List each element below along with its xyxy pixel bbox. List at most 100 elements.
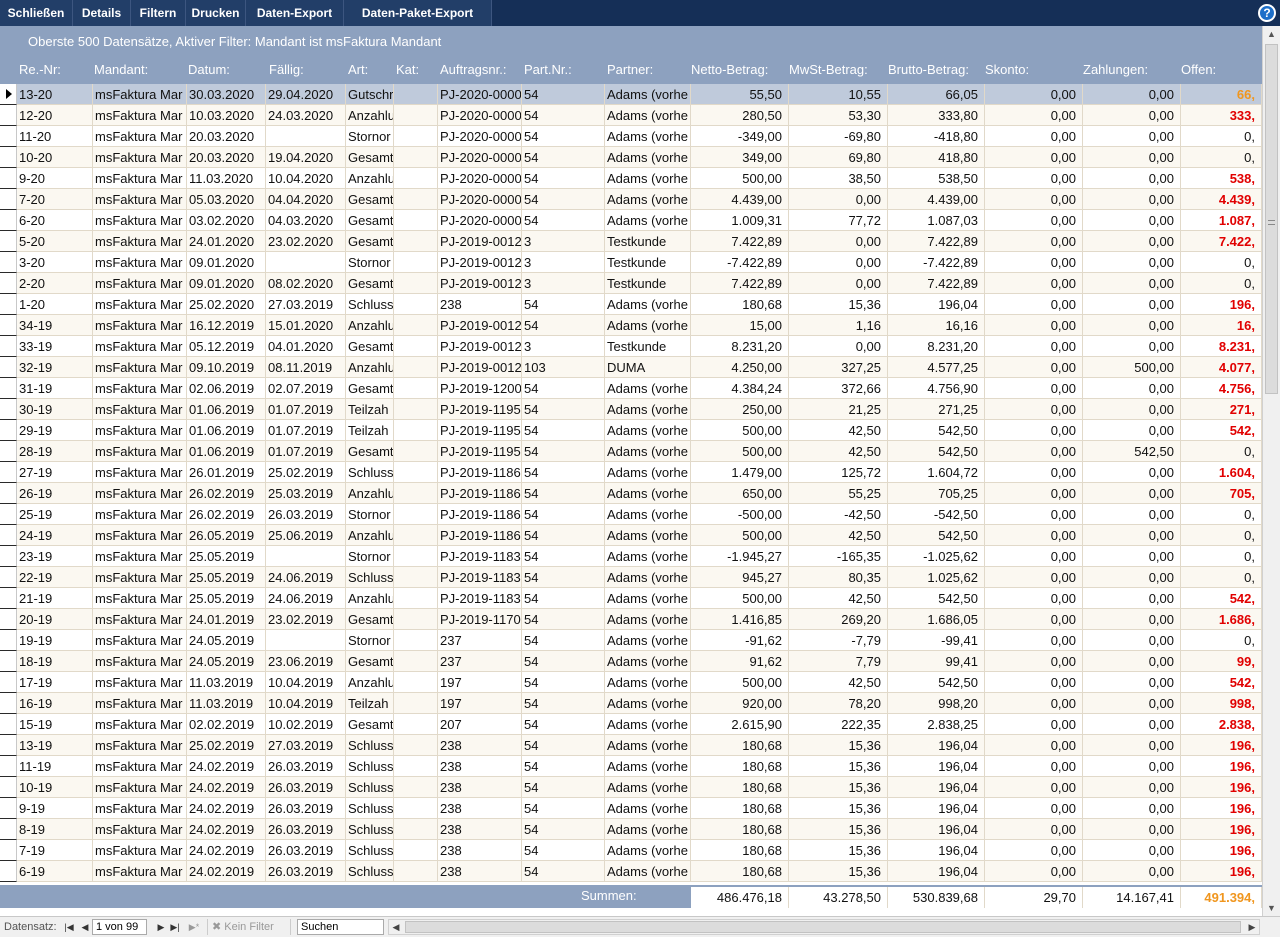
cell-partner[interactable]: Adams (vorhe — [605, 861, 691, 882]
cell-open-amount[interactable]: 542, — [1181, 672, 1262, 693]
cell-partner-no[interactable]: 54 — [522, 798, 605, 819]
cell-discount[interactable]: 0,00 — [985, 147, 1083, 168]
table-row[interactable]: 10-19 msFaktura Mar 24.02.2019 26.03.2019 Sc… — [0, 777, 1262, 798]
record-selector[interactable] — [0, 231, 17, 252]
cell-partner-no[interactable]: 54 — [522, 105, 605, 126]
table-row[interactable]: 16-19 msFaktura Mar 11.03.2019 10.04.2019 Te… — [0, 693, 1262, 714]
cell-date[interactable]: 20.03.2020 — [187, 126, 266, 147]
cell-date[interactable]: 30.03.2020 — [187, 84, 266, 105]
cell-type[interactable]: Anzahlu — [346, 315, 394, 336]
cell-type[interactable]: Teilzah — [346, 420, 394, 441]
cell-client[interactable]: msFaktura Mar — [93, 651, 187, 672]
cell-payments[interactable]: 0,00 — [1083, 588, 1181, 609]
cell-due-date[interactable]: 10.02.2019 — [266, 714, 346, 735]
cell-partner-no[interactable]: 54 — [522, 630, 605, 651]
cell-open-amount[interactable]: 4.077, — [1181, 357, 1262, 378]
record-selector[interactable] — [0, 504, 17, 525]
cell-category[interactable] — [394, 84, 438, 105]
horizontal-scrollbar[interactable]: ◀ ▶ — [388, 919, 1260, 935]
cell-category[interactable] — [394, 168, 438, 189]
cell-invoice-no[interactable]: 32-19 — [17, 357, 93, 378]
cell-due-date[interactable]: 23.02.2019 — [266, 609, 346, 630]
cell-payments[interactable]: 0,00 — [1083, 420, 1181, 441]
cell-open-amount[interactable]: 99, — [1181, 651, 1262, 672]
cell-vat-amount[interactable]: -69,80 — [789, 126, 888, 147]
cell-partner-no[interactable]: 54 — [522, 651, 605, 672]
cell-gross-amount[interactable]: 2.838,25 — [888, 714, 985, 735]
cell-date[interactable]: 25.02.2020 — [187, 294, 266, 315]
cell-net-amount[interactable]: 180,68 — [691, 294, 789, 315]
cell-discount[interactable]: 0,00 — [985, 504, 1083, 525]
cell-due-date[interactable]: 25.02.2019 — [266, 462, 346, 483]
cell-vat-amount[interactable]: 0,00 — [789, 231, 888, 252]
cell-payments[interactable]: 0,00 — [1083, 693, 1181, 714]
header-type[interactable]: Art: — [348, 62, 368, 77]
scroll-left-icon[interactable]: ◀ — [389, 920, 403, 934]
cell-gross-amount[interactable]: 16,16 — [888, 315, 985, 336]
cell-category[interactable] — [394, 672, 438, 693]
cell-vat-amount[interactable]: 269,20 — [789, 609, 888, 630]
cell-type[interactable]: Schluss — [346, 777, 394, 798]
cell-vat-amount[interactable]: 0,00 — [789, 273, 888, 294]
cell-date[interactable]: 11.03.2020 — [187, 168, 266, 189]
cell-gross-amount[interactable]: 705,25 — [888, 483, 985, 504]
table-row[interactable]: 6-20 msFaktura Mar 03.02.2020 04.03.2020 Ges… — [0, 210, 1262, 231]
table-row[interactable]: 23-19 msFaktura Mar 25.05.2019 Stornor PJ-20… — [0, 546, 1262, 567]
cell-payments[interactable]: 0,00 — [1083, 294, 1181, 315]
cell-client[interactable]: msFaktura Mar — [93, 126, 187, 147]
cell-invoice-no[interactable]: 5-20 — [17, 231, 93, 252]
cell-due-date[interactable]: 04.03.2020 — [266, 210, 346, 231]
cell-net-amount[interactable]: 1.479,00 — [691, 462, 789, 483]
cell-open-amount[interactable]: 1.604, — [1181, 462, 1262, 483]
cell-order-no[interactable]: PJ-2019-1186 — [438, 483, 522, 504]
cell-discount[interactable]: 0,00 — [985, 462, 1083, 483]
cell-type[interactable]: Schluss — [346, 462, 394, 483]
cell-due-date[interactable]: 23.06.2019 — [266, 651, 346, 672]
cell-order-no[interactable]: PJ-2019-0012 — [438, 252, 522, 273]
cell-payments[interactable]: 0,00 — [1083, 315, 1181, 336]
cell-gross-amount[interactable]: -418,80 — [888, 126, 985, 147]
vertical-scroll-thumb[interactable] — [1265, 44, 1278, 394]
details-button[interactable]: Details — [73, 0, 131, 26]
cell-date[interactable]: 24.02.2019 — [187, 861, 266, 882]
cell-discount[interactable]: 0,00 — [985, 441, 1083, 462]
cell-open-amount[interactable]: 7.422, — [1181, 231, 1262, 252]
cell-due-date[interactable]: 01.07.2019 — [266, 441, 346, 462]
cell-invoice-no[interactable]: 8-19 — [17, 819, 93, 840]
cell-due-date[interactable]: 26.03.2019 — [266, 840, 346, 861]
cell-gross-amount[interactable]: 196,04 — [888, 756, 985, 777]
cell-order-no[interactable]: PJ-2019-1186 — [438, 525, 522, 546]
record-selector[interactable] — [0, 315, 17, 336]
table-row[interactable]: 15-19 msFaktura Mar 02.02.2019 10.02.2019 Ge… — [0, 714, 1262, 735]
cell-invoice-no[interactable]: 34-19 — [17, 315, 93, 336]
cell-category[interactable] — [394, 567, 438, 588]
cell-open-amount[interactable]: 271, — [1181, 399, 1262, 420]
cell-type[interactable]: Schluss — [346, 567, 394, 588]
cell-category[interactable] — [394, 210, 438, 231]
record-selector[interactable] — [0, 462, 17, 483]
cell-discount[interactable]: 0,00 — [985, 819, 1083, 840]
cell-open-amount[interactable]: 196, — [1181, 756, 1262, 777]
table-row[interactable]: 20-19 msFaktura Mar 24.01.2019 23.02.2019 Ge… — [0, 609, 1262, 630]
cell-open-amount[interactable]: 333, — [1181, 105, 1262, 126]
cell-net-amount[interactable]: 7.422,89 — [691, 231, 789, 252]
table-row[interactable]: 13-20 msFaktura Mar 30.03.2020 29.04.2020 Gu… — [0, 84, 1262, 105]
record-selector[interactable] — [0, 168, 17, 189]
cell-partner-no[interactable]: 54 — [522, 441, 605, 462]
record-selector[interactable] — [0, 861, 17, 882]
cell-vat-amount[interactable]: 78,20 — [789, 693, 888, 714]
cell-partner[interactable]: Adams (vorhe — [605, 630, 691, 651]
cell-open-amount[interactable]: 4.439, — [1181, 189, 1262, 210]
cell-client[interactable]: msFaktura Mar — [93, 483, 187, 504]
cell-client[interactable]: msFaktura Mar — [93, 147, 187, 168]
cell-vat-amount[interactable]: 1,16 — [789, 315, 888, 336]
cell-due-date[interactable]: 27.03.2019 — [266, 735, 346, 756]
cell-open-amount[interactable]: 196, — [1181, 798, 1262, 819]
cell-vat-amount[interactable]: 55,25 — [789, 483, 888, 504]
cell-gross-amount[interactable]: 8.231,20 — [888, 336, 985, 357]
cell-vat-amount[interactable]: 42,50 — [789, 588, 888, 609]
cell-type[interactable]: Gutschr — [346, 84, 394, 105]
cell-client[interactable]: msFaktura Mar — [93, 252, 187, 273]
cell-due-date[interactable]: 26.03.2019 — [266, 777, 346, 798]
cell-type[interactable]: Anzahlu — [346, 588, 394, 609]
